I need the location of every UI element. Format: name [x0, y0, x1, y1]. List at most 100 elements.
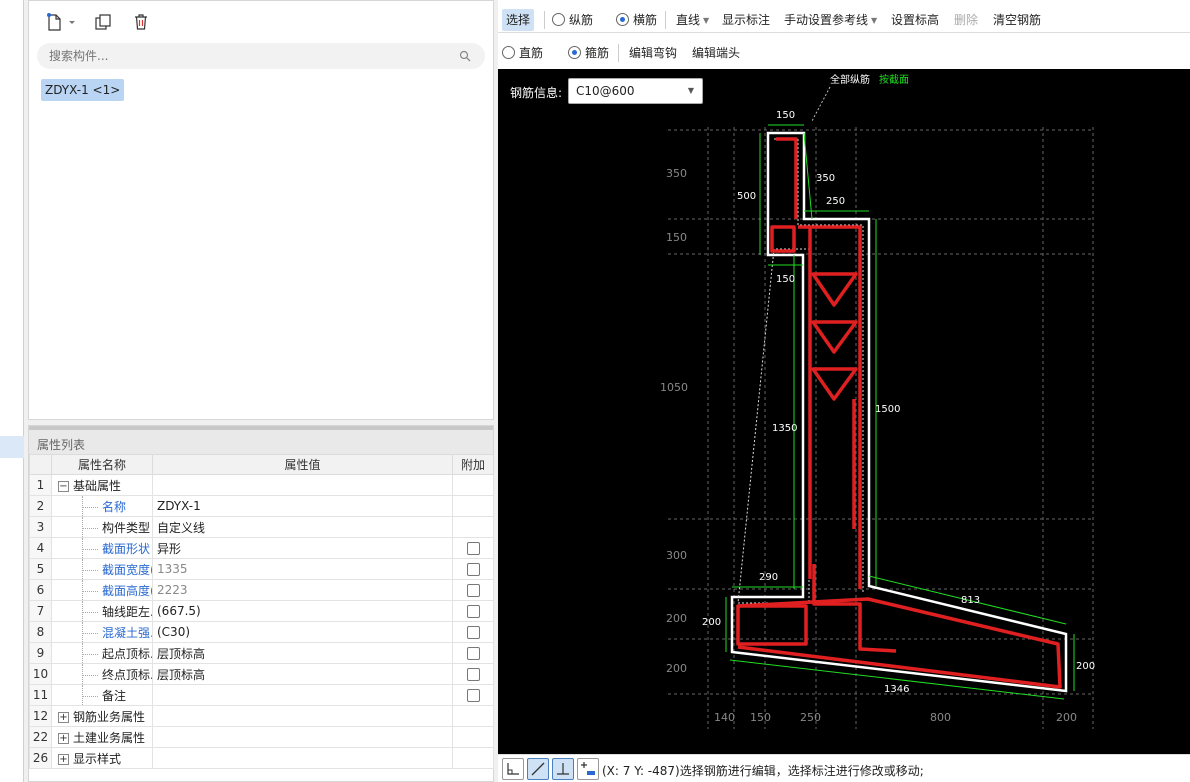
dim-label-150-top: 150: [776, 110, 795, 121]
row-number: 11: [29, 684, 52, 706]
manual-ref-dropdown[interactable]: 手动设置参考线 ▼: [784, 9, 877, 31]
property-row[interactable]: 4 截面形状 异形: [29, 537, 494, 559]
edit-hook-button[interactable]: 编辑弯钩: [629, 42, 677, 64]
manual-ref-label: 手动设置参考线: [784, 13, 869, 27]
left-strip: [0, 0, 24, 782]
copy-component-button[interactable]: [89, 9, 117, 35]
group-label: 土建业务属性: [73, 730, 146, 745]
property-value[interactable]: 层顶标高: [152, 642, 453, 664]
row-number: 12: [29, 705, 52, 727]
property-row[interactable]: 6截面高度(...2223: [29, 579, 494, 601]
component-search[interactable]: [37, 43, 485, 69]
property-name: 终点顶标...: [51, 663, 153, 685]
rebar-footing-mid: [812, 564, 897, 653]
drawing-canvas[interactable]: 350 150 1050 300 200 200 140 150 250 800…: [498, 69, 1190, 754]
property-value[interactable]: 自定义线: [152, 516, 453, 538]
property-value[interactable]: 异形: [152, 537, 453, 559]
property-row[interactable]: 9起点顶标...层顶标高: [29, 642, 494, 664]
property-name: 混凝土强...: [51, 621, 153, 643]
straight-radio[interactable]: 直筋: [502, 42, 543, 64]
radio-icon: [502, 46, 515, 59]
property-name: 截面宽度(...: [51, 558, 153, 580]
property-value[interactable]: (667.5): [152, 600, 453, 622]
editor-panel: 选择 纵筋 横筋 直线 ▼ 显示标注 手动设置参考线 ▼ 设置标高 删除 清空钢筋 …: [498, 0, 1190, 782]
row-number: 4: [29, 537, 52, 559]
collapse-icon[interactable]: −: [58, 480, 69, 492]
extra-checkbox[interactable]: [466, 647, 480, 660]
extra-checkbox[interactable]: [466, 626, 480, 639]
property-extra: [452, 516, 494, 538]
extra-checkbox[interactable]: [466, 563, 480, 576]
dim-label-1350: 1350: [772, 423, 797, 434]
row-number: 9: [29, 642, 52, 664]
row-number: 5: [29, 558, 52, 580]
line-mode-button[interactable]: [527, 758, 549, 780]
axis-left-label-3: 300: [666, 549, 687, 562]
trash-icon: [135, 14, 147, 30]
group-label: 基础属性: [73, 478, 122, 493]
property-value[interactable]: [152, 684, 453, 706]
inner-dashed-outline: [737, 138, 864, 604]
property-row[interactable]: 1− 基础属性: [29, 474, 494, 496]
property-row[interactable]: 22 + 土建业务属性: [29, 726, 494, 748]
property-value[interactable]: 1335: [152, 558, 453, 580]
row-number: 6: [29, 579, 52, 601]
property-value[interactable]: (C30): [152, 621, 453, 643]
line-dropdown[interactable]: 直线 ▼: [676, 9, 709, 31]
extra-checkbox[interactable]: [466, 689, 480, 702]
rebar-stirrups: [811, 272, 858, 401]
property-name: 截面形状: [51, 537, 153, 559]
property-row[interactable]: 5截面宽度(...1335: [29, 558, 494, 580]
search-icon[interactable]: [459, 50, 471, 62]
show-annotation-button[interactable]: 显示标注: [722, 9, 770, 31]
property-row[interactable]: 12 + 钢筋业务属性: [29, 705, 494, 727]
left-strip-selection[interactable]: [0, 436, 24, 458]
property-row[interactable]: 11 备注: [29, 684, 494, 706]
perpendicular-mode-button[interactable]: [552, 758, 574, 780]
select-button[interactable]: 选择: [502, 9, 535, 31]
component-chip[interactable]: ZDYX-1 <1>: [41, 79, 125, 101]
edit-end-button[interactable]: 编辑端头: [692, 42, 740, 64]
property-row[interactable]: 10终点顶标...层顶标高: [29, 663, 494, 685]
property-row[interactable]: 3 构件类型 自定义线: [29, 516, 494, 538]
delete-button[interactable]: 删除: [954, 9, 978, 31]
expand-icon[interactable]: +: [58, 753, 69, 765]
extra-checkbox[interactable]: [466, 542, 480, 555]
axis-left-label-4: 200: [666, 612, 687, 625]
line-label: 直线: [676, 13, 701, 27]
ortho-mode-button[interactable]: [502, 758, 524, 780]
annotation-leader: [811, 86, 831, 122]
property-row[interactable]: 26 + 显示样式: [29, 747, 494, 769]
extra-checkbox[interactable]: [466, 584, 480, 597]
add-point-button[interactable]: [577, 758, 599, 780]
search-input[interactable]: [49, 47, 449, 65]
axis-left-label-2: 1050: [660, 381, 688, 394]
longitudinal-radio[interactable]: 纵筋: [552, 9, 593, 31]
property-row[interactable]: 2 名称 ZDYX-1: [29, 495, 494, 517]
stirrup-radio[interactable]: 箍筋: [568, 42, 609, 64]
perpendicular-icon: [557, 763, 569, 775]
extra-checkbox[interactable]: [466, 605, 480, 618]
new-component-button[interactable]: [39, 9, 83, 35]
expand-icon[interactable]: +: [58, 711, 69, 723]
extra-checkbox[interactable]: [466, 668, 480, 681]
clear-rebar-button[interactable]: 清空钢筋: [993, 9, 1041, 31]
set-elevation-button[interactable]: 设置标高: [891, 9, 939, 31]
property-name: + 钢筋业务属性: [51, 705, 153, 727]
property-row[interactable]: 7轴线距左...(667.5): [29, 600, 494, 622]
property-value[interactable]: 2223: [152, 579, 453, 601]
separator: [618, 44, 619, 62]
property-value[interactable]: 层顶标高: [152, 663, 453, 685]
property-row[interactable]: 8混凝土强...(C30): [29, 621, 494, 643]
delete-component-button[interactable]: [127, 9, 155, 35]
property-value: [152, 705, 453, 727]
property-value[interactable]: ZDYX-1: [152, 495, 453, 517]
rebar-info-select[interactable]: C10@600 ▼: [568, 78, 703, 104]
expand-icon[interactable]: +: [58, 732, 69, 744]
dim-label-500: 500: [737, 191, 756, 202]
transverse-radio[interactable]: 横筋: [616, 9, 657, 31]
section-drawing[interactable]: 350 150 1050 300 200 200 140 150 250 800…: [498, 69, 1190, 754]
property-extra: [452, 705, 494, 727]
radio-selected-icon: [616, 13, 629, 26]
row-number: 22: [29, 726, 52, 748]
